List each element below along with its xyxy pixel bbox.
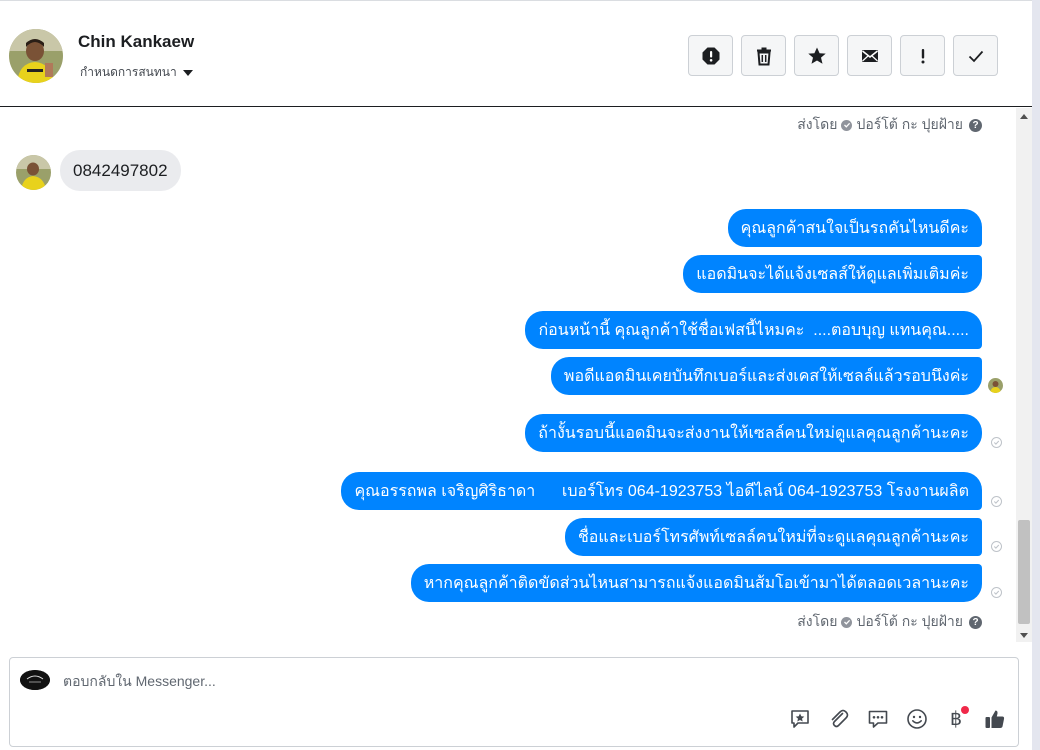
scrollbar-thumb[interactable] — [1018, 520, 1030, 624]
emoji-icon — [907, 709, 927, 729]
scroll-down-icon[interactable] — [1020, 633, 1028, 638]
mark-done-button[interactable] — [953, 35, 998, 76]
header-actions — [688, 35, 998, 76]
page-avatar — [20, 670, 50, 690]
delivered-check-icon — [991, 437, 1002, 448]
contact-avatar-small[interactable] — [16, 155, 51, 190]
verified-check-icon — [841, 616, 853, 628]
window-edge — [1032, 0, 1040, 750]
thread-scrollbar[interactable] — [1016, 108, 1032, 642]
star-icon — [807, 47, 826, 64]
follow-up-button[interactable] — [900, 35, 945, 76]
star-button[interactable] — [794, 35, 839, 76]
outgoing-message[interactable]: คุณอรรถพล เจริญศิริธาดา เบอร์โทร 064-192… — [341, 472, 982, 510]
sent-by-info: ส่งโดย ปอร์โต้ กะ ปุยฝ้าย ? — [797, 611, 982, 633]
saved-replies-button[interactable] — [789, 708, 811, 730]
assign-conversation-dropdown[interactable]: กำหนดการสนทนา — [80, 63, 193, 82]
composer-tools: ฿ — [789, 706, 1006, 730]
chat-bubble-icon — [868, 710, 888, 728]
sent-by-name: ปอร์โต้ กะ ปุยฝ้าย — [856, 116, 963, 132]
conversation-header: Chin Kankaew กำหนดการสนทนา — [0, 0, 1032, 107]
outgoing-message[interactable]: พอดีแอดมินเคยบันทึกเบอร์และส่งเคสให้เซลล… — [550, 357, 982, 395]
outgoing-message[interactable]: หากคุณลูกค้าติดขัดส่วนไหนสามารถแจ้งแอดมิ… — [410, 564, 982, 602]
scroll-up-icon[interactable] — [1020, 114, 1028, 119]
sent-by-info: ส่งโดย ปอร์โต้ กะ ปุยฝ้าย ? — [797, 114, 982, 136]
delivered-check-icon — [991, 496, 1002, 507]
help-icon[interactable]: ? — [969, 615, 982, 629]
delete-button[interactable] — [741, 35, 786, 76]
outgoing-message[interactable]: ถ้างั้นรอบนี้แอดมินจะส่งงานให้เซลล์คนใหม… — [525, 414, 982, 452]
reply-composer: ฿ — [9, 657, 1019, 747]
delivered-check-icon — [991, 541, 1002, 552]
help-icon[interactable]: ? — [969, 118, 982, 132]
sent-by-label: ส่งโดย — [797, 116, 838, 132]
seen-avatar — [988, 378, 1003, 393]
envelope-icon — [861, 49, 878, 62]
saved-replies-icon — [791, 710, 809, 728]
spam-button[interactable] — [688, 35, 733, 76]
emoji-button[interactable] — [906, 708, 928, 730]
assign-label: กำหนดการสนทนา — [80, 65, 177, 79]
attachment-icon — [831, 709, 849, 728]
quick-replies-button[interactable] — [867, 708, 889, 730]
delivered-check-icon — [991, 587, 1002, 598]
outgoing-message[interactable]: แอดมินจะได้แจ้งเซลส์ให้ดูแลเพิ่มเติมค่ะ — [683, 255, 982, 293]
reply-input[interactable] — [63, 673, 763, 689]
sent-by-name: ปอร์โต้ กะ ปุยฝ้าย — [856, 613, 963, 629]
contact-name[interactable]: Chin Kankaew — [78, 32, 194, 52]
exclamation-icon — [921, 48, 924, 63]
caret-down-icon — [182, 70, 193, 76]
payment-button[interactable]: ฿ — [945, 706, 969, 730]
outgoing-message[interactable]: ชื่อและเบอร์โทรศัพท์เซลล์คนใหม่ที่จะดูแล… — [564, 518, 982, 556]
notification-dot — [961, 706, 969, 714]
like-icon — [985, 710, 1005, 728]
check-icon — [968, 50, 983, 62]
outgoing-message[interactable]: คุณลูกค้าสนใจเป็นรถคันไหนดีคะ — [727, 209, 982, 247]
incoming-message[interactable]: 0842497802 — [60, 150, 181, 191]
contact-avatar[interactable] — [9, 29, 63, 83]
verified-check-icon — [841, 119, 853, 131]
sent-by-label: ส่งโดย — [797, 613, 838, 629]
attach-file-button[interactable] — [828, 708, 850, 730]
mark-unread-button[interactable] — [847, 35, 892, 76]
outgoing-message[interactable]: ก่อนหน้านี้ คุณลูกค้าใช้ชื่อเฟสนี้ไหมคะ … — [525, 311, 982, 349]
alert-octagon-icon — [702, 47, 719, 64]
trash-icon — [756, 47, 771, 65]
message-thread: ส่งโดย ปอร์โต้ กะ ปุยฝ้าย ? 0842497802 ค… — [0, 108, 1016, 642]
like-button[interactable] — [984, 708, 1006, 730]
